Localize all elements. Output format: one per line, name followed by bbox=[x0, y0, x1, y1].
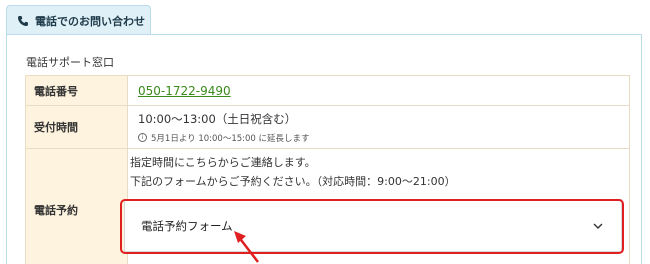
hours-main-text: 10:00〜13:00（土日祝含む） bbox=[138, 111, 297, 126]
table-row-phone: 電話番号 050-1722-9490 bbox=[25, 75, 630, 106]
reserve-line-2: 下記のフォームからご予約ください。（対応時間：9:00〜21:00） bbox=[130, 175, 456, 188]
table-row-hours: 受付時間 10:00〜13:00（土日祝含む） i 5月1日より 10:00〜1… bbox=[25, 105, 630, 149]
phone-number-link[interactable]: 050-1722-9490 bbox=[138, 84, 231, 98]
phone-value-cell: 050-1722-9490 bbox=[127, 75, 630, 106]
hours-note-text: 5月1日より 10:00〜15:00 に延長します bbox=[151, 133, 310, 144]
tab-label: 電話でのお問い合わせ bbox=[35, 14, 145, 28]
hours-value-cell: 10:00〜13:00（土日祝含む） i 5月1日より 10:00〜15:00 … bbox=[127, 105, 630, 149]
contact-phone-tab[interactable]: 電話でのお問い合わせ bbox=[6, 5, 151, 35]
highlight-box bbox=[120, 199, 624, 254]
reserve-label: 電話予約 bbox=[25, 148, 128, 264]
pointer-arrow-icon bbox=[234, 231, 259, 263]
reserve-description: 指定時間にこちらからご連絡します。 下記のフォームからご予約ください。（対応時間… bbox=[130, 153, 456, 191]
info-icon: i bbox=[138, 133, 147, 142]
hours-label: 受付時間 bbox=[25, 105, 128, 149]
panel-title: 電話サポート窓口 bbox=[26, 56, 114, 69]
phone-label: 電話番号 bbox=[25, 75, 128, 106]
reserve-line-1: 指定時間にこちらからご連絡します。 bbox=[130, 156, 316, 169]
hours-note: i 5月1日より 10:00〜15:00 に延長します bbox=[138, 132, 629, 144]
phone-icon bbox=[17, 15, 29, 27]
